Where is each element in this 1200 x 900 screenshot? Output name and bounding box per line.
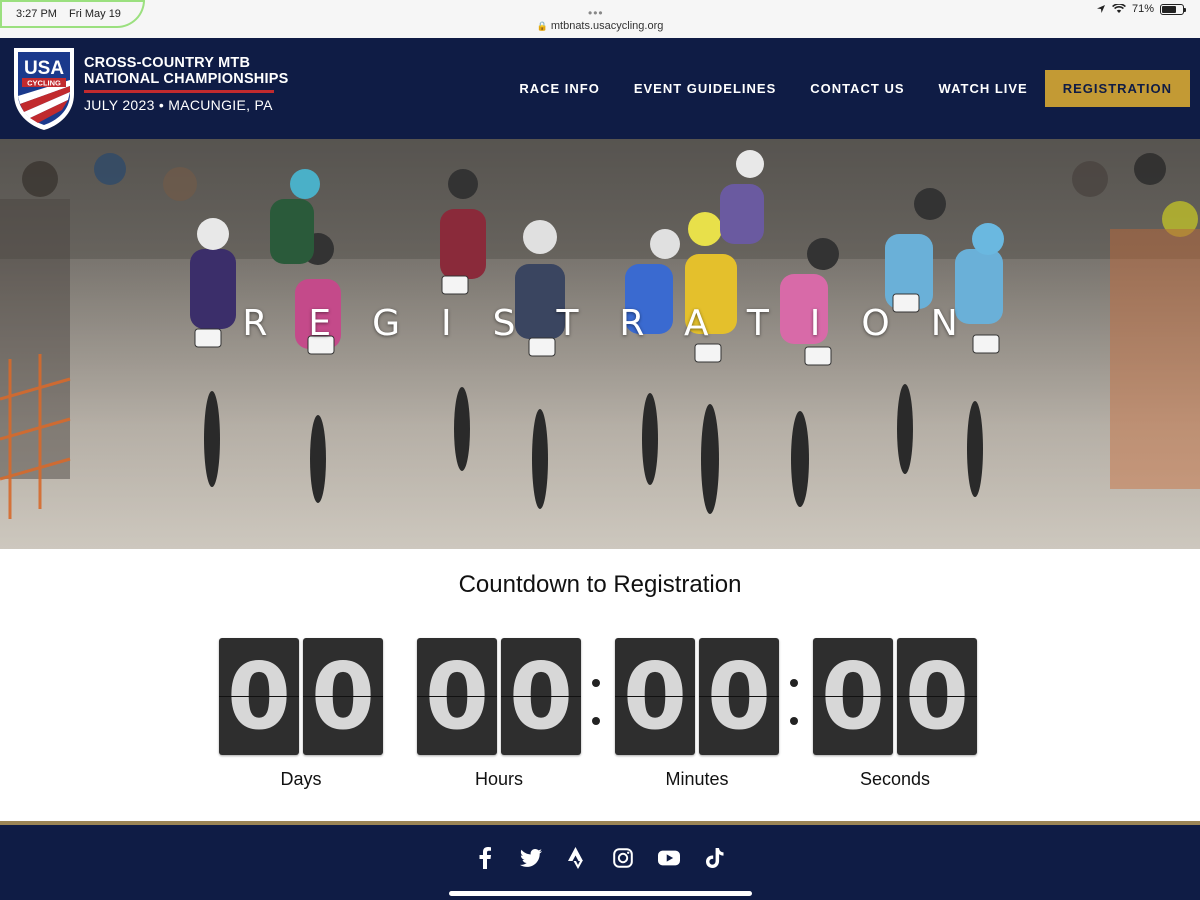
hero-banner: REGISTRATION — [0, 139, 1200, 549]
hero-title: REGISTRATION — [242, 303, 999, 344]
minutes-digit: 0 — [699, 638, 779, 755]
seconds-digit: 0 — [897, 638, 977, 755]
hero-photo — [0, 139, 1200, 519]
hours-digit: 0 — [501, 638, 581, 755]
battery-icon — [1160, 3, 1186, 15]
wifi-icon — [1112, 4, 1126, 13]
brand-date: JULY 2023 • MACUNGIE, PA — [84, 97, 273, 113]
location-icon — [1096, 5, 1105, 13]
brand-line2: NATIONAL CHAMPIONSHIPS — [84, 71, 289, 87]
hours-label: Hours — [474, 769, 523, 789]
countdown-seconds: 0 0 Seconds — [813, 638, 977, 790]
nav-contact-us[interactable]: CONTACT US — [810, 81, 904, 96]
social-links — [0, 847, 1200, 869]
countdown-hours: 0 0 Hours — [417, 638, 581, 790]
days-label: Days — [280, 769, 322, 789]
countdown-days: 0 0 Days — [219, 638, 383, 790]
site-footer — [0, 821, 1200, 900]
hours-digit: 0 — [417, 638, 497, 755]
days-digit: 0 — [219, 638, 299, 755]
nav-watch-live[interactable]: WATCH LIVE — [939, 81, 1028, 96]
facebook-icon[interactable] — [474, 847, 496, 869]
countdown-minutes: 0 0 Minutes — [615, 638, 779, 790]
seconds-label: Seconds — [859, 769, 931, 789]
logo-usa-text: USA — [24, 58, 64, 79]
status-date: Fri May 19 — [68, 8, 121, 20]
url-bar[interactable]: 🔒 mtbnats.usacycling.org — [0, 20, 1200, 32]
home-indicator[interactable] — [449, 891, 752, 896]
days-digit: 0 — [303, 638, 383, 755]
seconds-digit: 0 — [813, 638, 893, 755]
url-text: mtbnats.usacycling.org — [550, 20, 664, 32]
instagram-icon[interactable] — [612, 847, 634, 869]
countdown-title: Countdown to Registration — [458, 571, 742, 598]
brand-divider — [84, 90, 274, 93]
battery-percent: 71% — [1131, 3, 1154, 15]
usa-cycling-logo[interactable]: USA CYCLING — [10, 44, 78, 132]
tiktok-icon[interactable] — [704, 847, 726, 869]
nav-event-guidelines[interactable]: EVENT GUIDELINES — [634, 81, 776, 96]
nav-race-info[interactable]: RACE INFO — [519, 81, 600, 96]
registration-button[interactable]: REGISTRATION — [1044, 70, 1190, 107]
logo-cycling-text: CYCLING — [27, 79, 61, 88]
multitasking-dots-icon[interactable]: ••• — [588, 6, 604, 20]
lock-icon: 🔒 — [536, 21, 548, 31]
countdown-section: Countdown to Registration 0 0 Days 0 0 H… — [0, 549, 1200, 821]
youtube-icon[interactable] — [658, 847, 680, 869]
brand-title[interactable]: CROSS-COUNTRY MTB NATIONAL CHAMPIONSHIPS… — [84, 55, 288, 113]
minutes-digit: 0 — [615, 638, 695, 755]
status-time: 3:27 PM — [16, 8, 57, 20]
status-indicators: 71% — [1096, 3, 1186, 15]
countdown-separator — [790, 679, 798, 725]
minutes-label: Minutes — [665, 769, 729, 789]
site-header: USA CYCLING CROSS-COUNTRY MTB NATIONAL C… — [0, 38, 1200, 139]
strava-icon[interactable] — [566, 847, 588, 869]
status-bar: 3:27 PM Fri May 19 ••• 🔒 mtbnats.usacycli… — [0, 0, 1200, 38]
main-nav: RACE INFO EVENT GUIDELINES CONTACT US WA… — [485, 70, 1190, 107]
twitter-icon[interactable] — [520, 847, 542, 869]
brand-line1: CROSS-COUNTRY MTB — [84, 55, 251, 71]
countdown-separator — [592, 679, 600, 725]
